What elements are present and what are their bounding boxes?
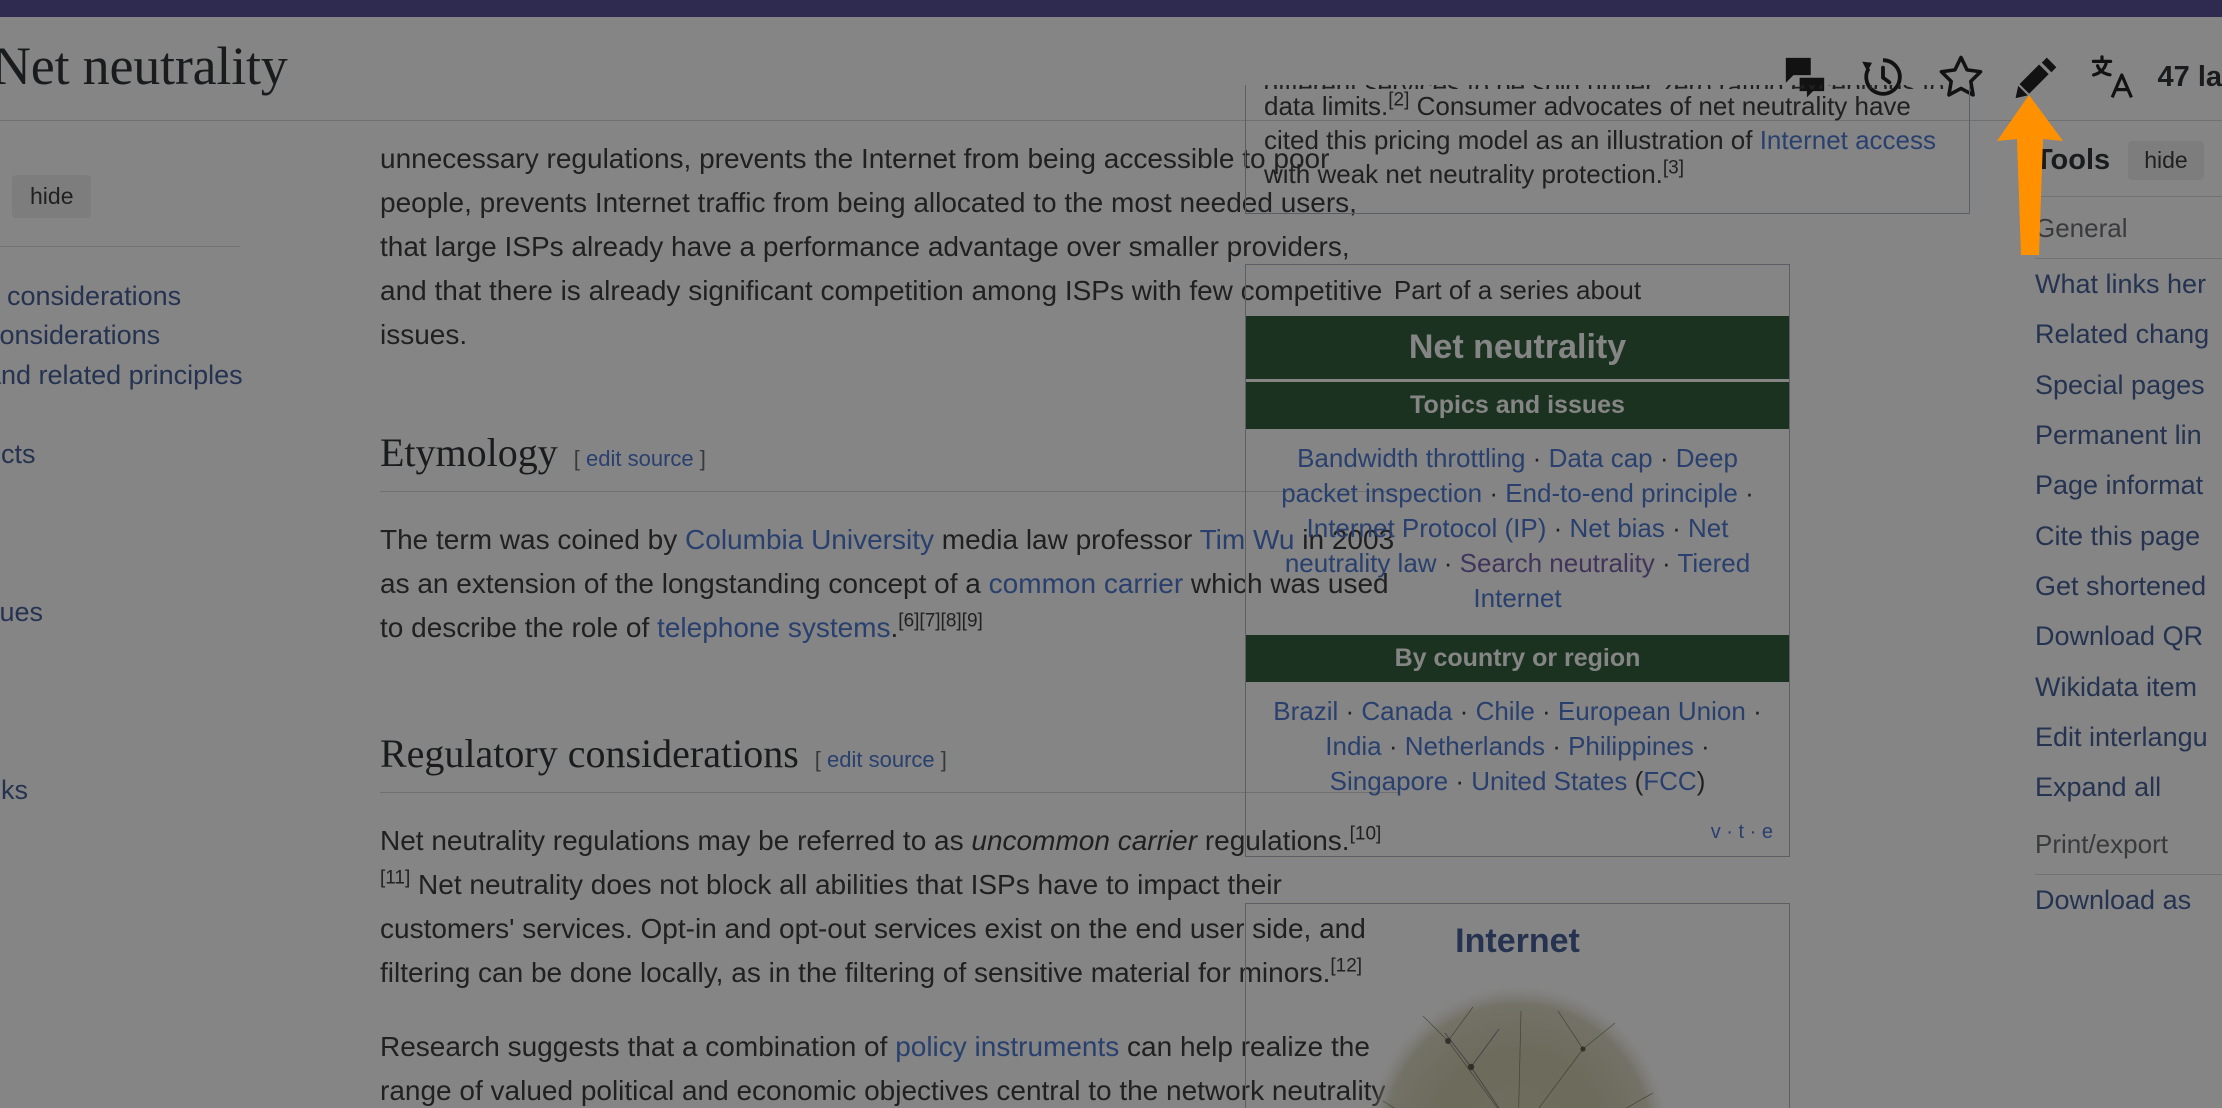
edit-source-link-etymology[interactable]: [ edit source ]	[574, 437, 706, 481]
toc-hide-button[interactable]: hide	[12, 175, 92, 218]
bracket-close: ]	[940, 747, 947, 772]
bracket-close: ]	[699, 446, 706, 471]
tools-link[interactable]: Download QR	[2035, 611, 2222, 661]
navbox-link[interactable]: India	[1325, 731, 1381, 761]
tools-list-printexport: Download as	[2035, 875, 2222, 925]
navbox-group-heading-topics: Topics and issues	[1246, 382, 1789, 429]
navbox-link[interactable]: United States	[1471, 766, 1627, 796]
pencil-icon[interactable]	[1999, 40, 2074, 114]
emphasis-text: uncommon carrier	[971, 825, 1198, 856]
navbox-group-links-countries: Brazil · Canada · Chile · European Union…	[1273, 696, 1762, 796]
navbox-link[interactable]: Search neutrality	[1460, 548, 1655, 578]
tools-hide-button[interactable]: hide	[2128, 141, 2204, 180]
section-title: Regulatory considerations	[380, 731, 799, 776]
navbox-above: Part of a series about	[1393, 275, 1642, 305]
tools-header: Tools hide	[2035, 123, 2222, 180]
text-run: with weak net neutrality protection.	[1264, 159, 1663, 189]
toc-item[interactable]: y considerations	[0, 283, 181, 310]
tools-link[interactable]: Expand all	[2035, 762, 2222, 812]
text-run: Net neutrality regulations may be referr…	[380, 825, 972, 856]
wikipedia-page: Net neutrality 47 la hide y consideratio…	[0, 0, 2222, 1108]
text-run: media law professor	[934, 524, 1200, 555]
page-title: Net neutrality	[0, 36, 288, 96]
edit-source-link-regulatory[interactable]: [ edit source ]	[815, 738, 947, 782]
browser-top-band	[0, 0, 2222, 17]
toc-item[interactable]: nks	[0, 777, 28, 804]
section-title: Etymology	[380, 430, 558, 475]
tools-group-label-general: General	[2035, 213, 2128, 243]
navbox-group-links-topics: Bandwidth throttling · Data cap · Deep p…	[1281, 443, 1754, 613]
tools-link[interactable]: Get shortened	[2035, 561, 2222, 611]
internet-infobox: Internet	[1245, 903, 1790, 1108]
navbox-link[interactable]: European Union	[1558, 696, 1746, 726]
navbox-link[interactable]: Canada	[1361, 696, 1452, 726]
language-count-label[interactable]: 47 la	[2158, 61, 2222, 94]
toc-item[interactable]: sues	[0, 599, 43, 626]
text-run: The term was coined by	[380, 524, 686, 555]
tools-link[interactable]: Special pages	[2035, 360, 2222, 410]
vte-link-v[interactable]: v	[1711, 821, 1721, 843]
navbox-link[interactable]: Philippines	[1568, 731, 1694, 761]
tools-link[interactable]: Edit interlangu	[2035, 712, 2222, 762]
edit-source-label[interactable]: edit source	[586, 446, 694, 471]
tools-sidebar: Tools hide General What links her Related…	[2035, 123, 2222, 1108]
navbox-link[interactable]: Brazil	[1273, 696, 1338, 726]
navbox-title: Net neutrality	[1246, 316, 1789, 379]
navbox-link[interactable]: Chile	[1476, 696, 1535, 726]
wiki-link[interactable]: policy instruments	[895, 1031, 1119, 1062]
tools-group-label-printexport: Print/export	[2035, 828, 2168, 859]
tools-link[interactable]: Wikidata item	[2035, 662, 2222, 712]
navbox-link[interactable]: FCC	[1643, 766, 1696, 796]
wiki-link[interactable]: telephone systems	[657, 612, 890, 643]
caption-text: data limits.[2] Consumer advocates of ne…	[1264, 89, 1951, 191]
navbox-link[interactable]: Bandwidth throttling	[1297, 443, 1525, 473]
tools-link[interactable]: Download as	[2035, 875, 2222, 925]
internet-network-image	[1353, 971, 1683, 1108]
navbox-link[interactable]: Data cap	[1549, 443, 1653, 473]
navbox-vte-links[interactable]: v · t · e	[1246, 815, 1789, 856]
text-run: Net neutrality does not block all abilit…	[380, 869, 1366, 988]
navbox-group-heading-countries: By country or region	[1246, 635, 1789, 682]
tools-link[interactable]: Permanent lin	[2035, 410, 2222, 460]
wiki-link[interactable]: Internet access	[1760, 125, 1936, 155]
infobox-title: Internet	[1455, 922, 1580, 960]
toc-item[interactable]: considerations	[0, 322, 160, 349]
zero-rating-caption-box: different services to be sold under zero…	[1245, 85, 1970, 214]
tools-list-general: What links her Related chang Special pages…	[2035, 259, 2222, 813]
tools-title: Tools	[2035, 144, 2111, 176]
edit-source-label[interactable]: edit source	[827, 747, 935, 772]
navbox-link[interactable]: Netherlands	[1405, 731, 1545, 761]
tools-link[interactable]: Cite this page	[2035, 511, 2222, 561]
tools-link[interactable]: Page informat	[2035, 460, 2222, 510]
navbox-link[interactable]: Net bias	[1570, 513, 1665, 543]
vte-link-e[interactable]: e	[1762, 821, 1773, 843]
language-icon[interactable]	[2074, 38, 2152, 116]
bracket-open: [	[573, 446, 580, 471]
left-sidebar: hide y considerations considerations and…	[0, 123, 290, 1108]
series-navbox: Part of a series about Net neutrality To…	[1245, 264, 1790, 857]
reference-marker[interactable]: [2]	[1388, 89, 1409, 110]
tools-link[interactable]: Related chang	[2035, 309, 2222, 359]
vte-link-t[interactable]: t	[1739, 821, 1745, 843]
text-run: Research suggests that a combination of	[380, 1031, 896, 1062]
text-run: data limits.	[1264, 91, 1389, 121]
sidebar-divider	[0, 246, 240, 247]
wiki-link[interactable]: Columbia University	[685, 524, 934, 555]
reference-marker[interactable]: [3]	[1663, 157, 1684, 178]
screenshot-root: Net neutrality 47 la hide y consideratio…	[0, 0, 2222, 1108]
navbox-link[interactable]: Singapore	[1330, 766, 1449, 796]
toc-item[interactable]: and related principles	[0, 362, 243, 389]
right-content-column: different services to be sold under zero…	[1245, 85, 1970, 1108]
wiki-link[interactable]: common carrier	[989, 568, 1183, 599]
navbox-link[interactable]: End-to-end principle	[1505, 478, 1738, 508]
toc-item[interactable]: ects	[0, 441, 36, 468]
tools-link[interactable]: What links her	[2035, 259, 2222, 309]
reference-marker[interactable]: [6][7][8][9]	[898, 611, 983, 632]
bracket-open: [	[814, 747, 821, 772]
navbox-link[interactable]: Internet Protocol (IP)	[1307, 513, 1547, 543]
